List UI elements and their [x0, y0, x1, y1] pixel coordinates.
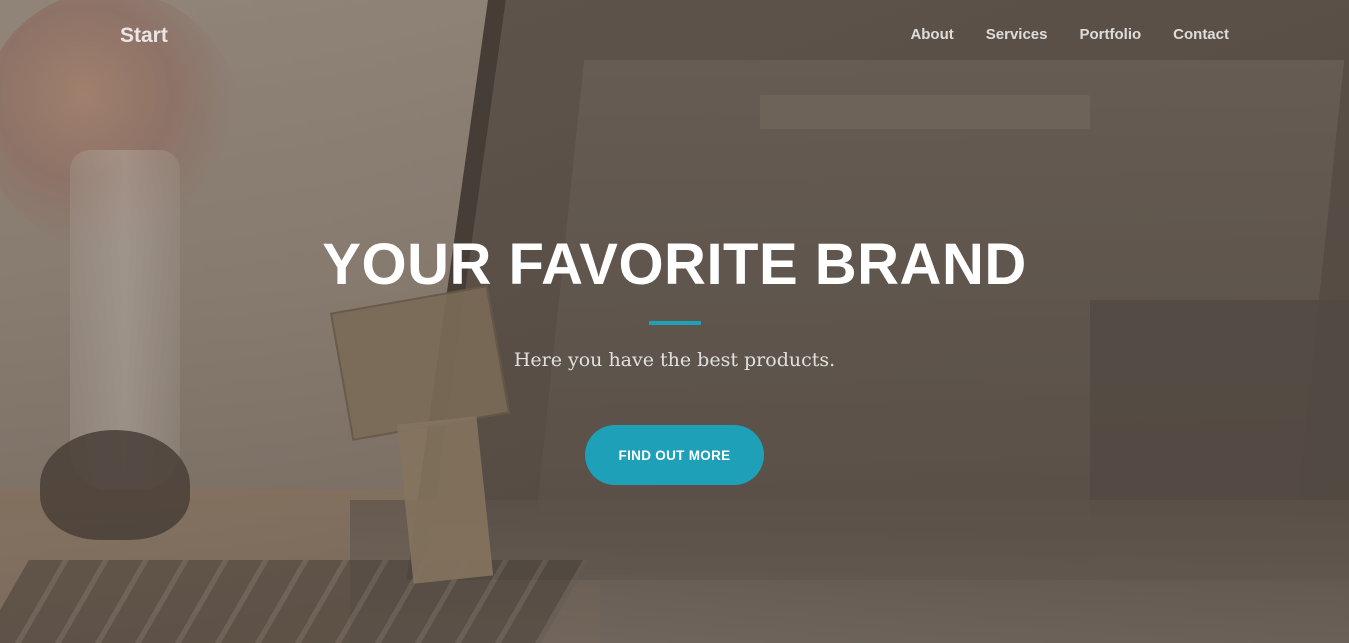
hero-subtitle: Here you have the best products.	[513, 349, 836, 371]
find-out-more-button[interactable]: FIND OUT MORE	[585, 425, 764, 485]
hero-title: YOUR FAVORITE BRAND	[322, 232, 1027, 297]
hero-section: YOUR FAVORITE BRAND Here you have the be…	[0, 0, 1349, 643]
title-divider	[649, 321, 701, 325]
